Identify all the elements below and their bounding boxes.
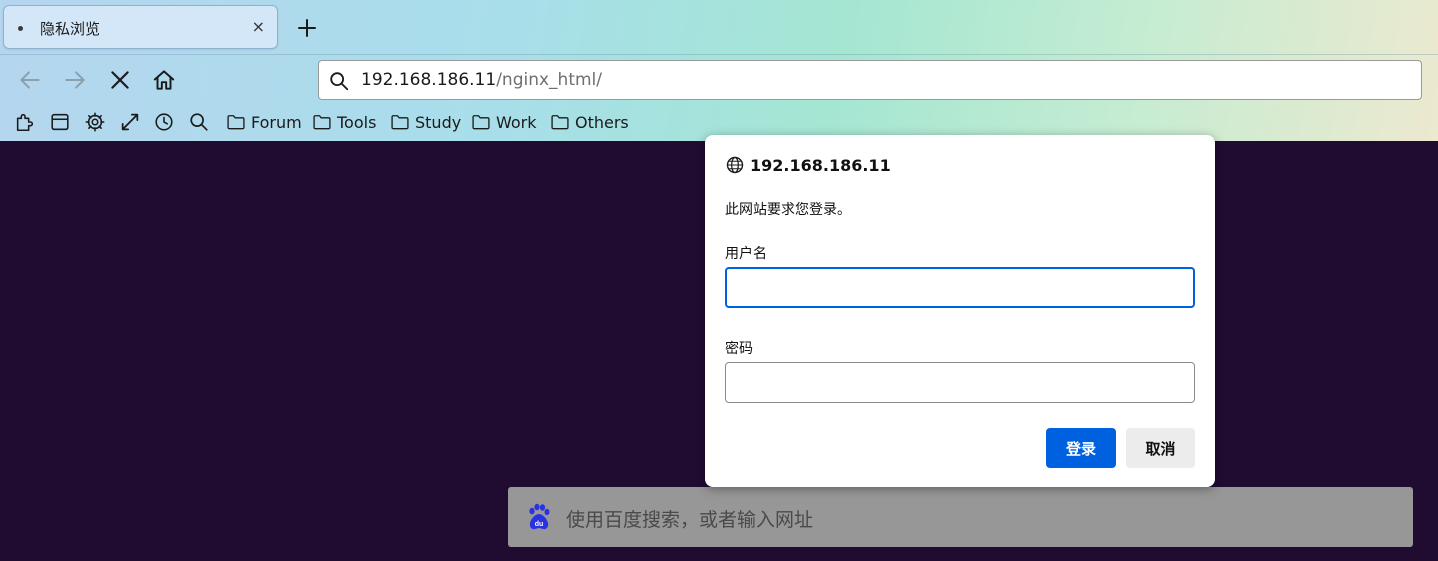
sidebar-icon[interactable]	[49, 111, 71, 133]
password-label: 密码	[725, 341, 753, 357]
dialog-host: 192.168.186.11	[750, 155, 891, 175]
search-placeholder: 使用百度搜索，或者输入网址	[566, 509, 814, 531]
history-icon[interactable]	[153, 111, 175, 133]
baidu-paw-icon: du	[529, 503, 550, 530]
bookmark-folder-label: Work	[496, 112, 537, 132]
search-icon[interactable]	[188, 111, 210, 133]
folder-icon	[551, 115, 569, 130]
login-dialog: 192.168.186.11 此网站要求您登录。 用户名 密码 登录 取消	[705, 135, 1215, 487]
toolbar-divider	[0, 54, 1438, 55]
new-tab-plus-icon[interactable]	[295, 16, 319, 40]
username-input[interactable]	[725, 267, 1195, 308]
bookmark-folder-label: Tools	[337, 112, 377, 132]
url-host: 192.168.186.11	[361, 70, 497, 90]
extensions-icon[interactable]	[14, 111, 36, 133]
bookmark-folder-forum[interactable]: Forum	[226, 110, 302, 134]
globe-icon	[726, 156, 744, 174]
tab-title: 隐私浏览	[40, 20, 101, 38]
tab-indicator-dot	[18, 26, 23, 31]
search-icon	[330, 72, 349, 91]
bookmark-folder-label: Study	[415, 112, 462, 132]
svg-text:du: du	[535, 521, 544, 528]
home-icon[interactable]	[151, 67, 177, 93]
bookmark-folder-label: Others	[575, 112, 629, 132]
folder-icon	[391, 115, 409, 130]
fullscreen-icon[interactable]	[119, 111, 141, 133]
arrow-left-icon[interactable]	[17, 67, 43, 93]
bookmark-folder-work[interactable]: Work	[471, 110, 537, 134]
folder-icon	[472, 115, 490, 130]
browser-chrome: 隐私浏览 × 192.168.186.11/nginx_html/ Forum …	[0, 0, 1438, 141]
gear-icon[interactable]	[84, 111, 106, 133]
address-bar[interactable]: 192.168.186.11/nginx_html/	[318, 60, 1422, 100]
tab-close-icon[interactable]: ×	[252, 17, 265, 37]
url-text[interactable]: 192.168.186.11/nginx_html/	[361, 70, 602, 90]
dialog-host-header: 192.168.186.11	[725, 155, 891, 175]
password-input[interactable]	[725, 362, 1195, 403]
username-label: 用户名	[725, 246, 767, 262]
arrow-right-icon[interactable]	[62, 67, 88, 93]
new-tab-search-box[interactable]: du 使用百度搜索，或者输入网址	[508, 487, 1413, 547]
dialog-message: 此网站要求您登录。	[725, 202, 851, 218]
folder-icon	[313, 115, 331, 130]
bookmark-folder-tools[interactable]: Tools	[312, 110, 376, 134]
cancel-button[interactable]: 取消	[1126, 428, 1195, 468]
tab-private-browsing[interactable]: 隐私浏览 ×	[3, 5, 278, 49]
bookmark-folder-study[interactable]: Study	[390, 110, 461, 134]
bookmark-folder-others[interactable]: Others	[550, 110, 629, 134]
folder-icon	[227, 115, 245, 130]
close-icon[interactable]	[107, 67, 133, 93]
bookmark-folder-label: Forum	[251, 112, 302, 132]
url-path: /nginx_html/	[496, 70, 602, 90]
login-button[interactable]: 登录	[1046, 428, 1116, 468]
